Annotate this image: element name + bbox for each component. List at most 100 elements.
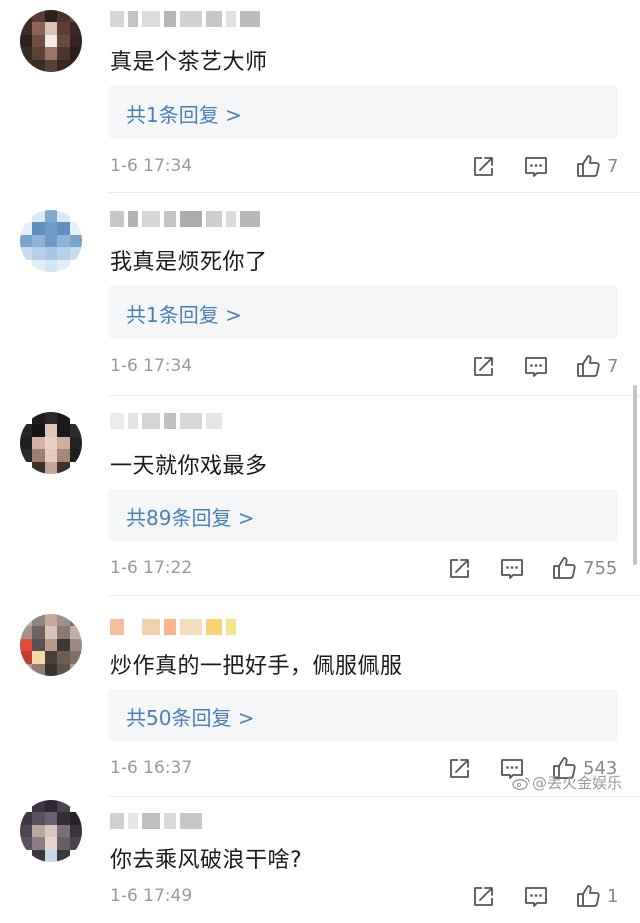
reply-count-link[interactable]: 共89条回复 > xyxy=(126,502,255,531)
avatar-pixel xyxy=(44,22,58,35)
avatar-pixel xyxy=(69,436,82,450)
avatar-pixel xyxy=(20,247,33,260)
username-pixel xyxy=(206,619,222,635)
comment-icon xyxy=(499,557,525,581)
avatar-pixel xyxy=(69,449,82,462)
like-button[interactable]: 755 xyxy=(551,554,617,582)
reply-summary-box[interactable]: 共1条回复 > xyxy=(108,86,618,138)
comment-button[interactable] xyxy=(499,555,525,583)
avatar[interactable] xyxy=(20,10,82,72)
username-pixel xyxy=(128,211,138,227)
reply-count-link[interactable]: 共1条回复 > xyxy=(126,99,242,128)
avatar-pixel xyxy=(32,800,45,813)
username-pixel xyxy=(164,413,176,429)
avatar[interactable] xyxy=(20,210,82,272)
avatar-pixel xyxy=(69,800,82,813)
avatar[interactable] xyxy=(20,412,82,474)
username-blurred[interactable] xyxy=(110,810,202,832)
avatar-pixel xyxy=(69,651,82,664)
avatar-pixel xyxy=(44,247,58,260)
share-button[interactable] xyxy=(471,883,495,911)
reply-summary-box[interactable]: 共89条回复 > xyxy=(108,489,618,541)
avatar-pixel xyxy=(44,614,58,627)
avatar-pixel xyxy=(20,849,33,862)
avatar-pixel xyxy=(69,210,82,223)
avatar-pixel xyxy=(20,47,33,60)
comment-text: 我真是烦死你了 xyxy=(110,250,268,275)
username-pixel xyxy=(128,813,138,829)
avatar-pixel xyxy=(32,259,45,272)
username-pixel xyxy=(206,11,222,27)
like-button[interactable]: 7 xyxy=(575,352,618,380)
avatar-pixel xyxy=(20,663,33,676)
avatar-pixel xyxy=(57,824,70,838)
avatar-pixel xyxy=(57,651,70,664)
scrollbar[interactable] xyxy=(633,385,637,565)
comment-text: 你去乘风破浪干啥? xyxy=(110,848,303,873)
comment-date: 1-6 16:37 xyxy=(110,758,193,778)
avatar-pixel xyxy=(20,436,33,450)
avatar-pixel xyxy=(44,638,58,652)
reply-summary-box[interactable]: 共50条回复 > xyxy=(108,689,618,741)
share-icon xyxy=(471,885,495,909)
avatar-pixel xyxy=(20,449,33,462)
thumbs-up-icon xyxy=(551,555,577,581)
avatar[interactable] xyxy=(20,614,82,676)
comment-date: 1-6 17:34 xyxy=(110,156,193,176)
username-pixel xyxy=(142,211,160,227)
avatar-pixel xyxy=(20,259,33,272)
like-count: 1 xyxy=(607,885,619,907)
share-icon xyxy=(447,557,471,581)
avatar-pixel xyxy=(57,234,70,248)
avatar-pixel xyxy=(20,424,33,437)
username-pixel xyxy=(180,619,202,635)
like-button[interactable]: 7 xyxy=(575,152,618,180)
share-button[interactable] xyxy=(471,353,495,381)
username-blurred[interactable] xyxy=(110,208,260,230)
reply-count-link[interactable]: 共1条回复 > xyxy=(126,299,242,328)
avatar-pixel xyxy=(20,812,33,825)
avatar-pixel xyxy=(32,47,45,60)
avatar-pixel xyxy=(69,47,82,60)
avatar-pixel xyxy=(32,247,45,260)
avatar-pixel xyxy=(32,812,45,825)
comment-button[interactable] xyxy=(523,353,549,381)
like-button[interactable]: 1 xyxy=(575,882,618,910)
share-icon xyxy=(471,355,495,379)
username-pixel xyxy=(164,211,176,227)
reply-count-link[interactable]: 共50条回复 > xyxy=(126,702,255,731)
avatar-pixel xyxy=(20,412,33,425)
username-pixel xyxy=(110,413,124,429)
avatar-pixel xyxy=(32,849,45,862)
share-button[interactable] xyxy=(447,555,471,583)
avatar-pixel xyxy=(44,461,58,474)
comment-button[interactable] xyxy=(523,883,549,911)
username-pixel xyxy=(164,11,176,27)
share-button[interactable] xyxy=(471,153,495,181)
avatar-pixel xyxy=(20,22,33,35)
avatar-pixel xyxy=(69,234,82,248)
avatar-pixel xyxy=(57,436,70,450)
avatar-pixel xyxy=(44,259,58,272)
username-blurred[interactable] xyxy=(110,616,236,638)
username-pixel xyxy=(180,11,202,27)
avatar-pixel xyxy=(44,663,58,676)
avatar[interactable] xyxy=(20,800,82,862)
comment-button[interactable] xyxy=(523,153,549,181)
avatar-pixel xyxy=(57,837,70,850)
avatar-pixel xyxy=(32,638,45,652)
avatar-pixel xyxy=(57,222,70,235)
avatar-pixel xyxy=(20,638,33,652)
avatar-pixel xyxy=(32,449,45,462)
like-count: 7 xyxy=(607,155,619,177)
avatar-pixel xyxy=(69,222,82,235)
username-blurred[interactable] xyxy=(110,8,260,30)
avatar-pixel xyxy=(69,424,82,437)
username-blurred[interactable] xyxy=(110,410,222,432)
avatar-pixel xyxy=(69,34,82,48)
reply-summary-box[interactable]: 共1条回复 > xyxy=(108,286,618,338)
avatar-pixel xyxy=(20,626,33,639)
avatar-pixel xyxy=(69,824,82,838)
share-button[interactable] xyxy=(447,755,471,783)
avatar-pixel xyxy=(57,247,70,260)
